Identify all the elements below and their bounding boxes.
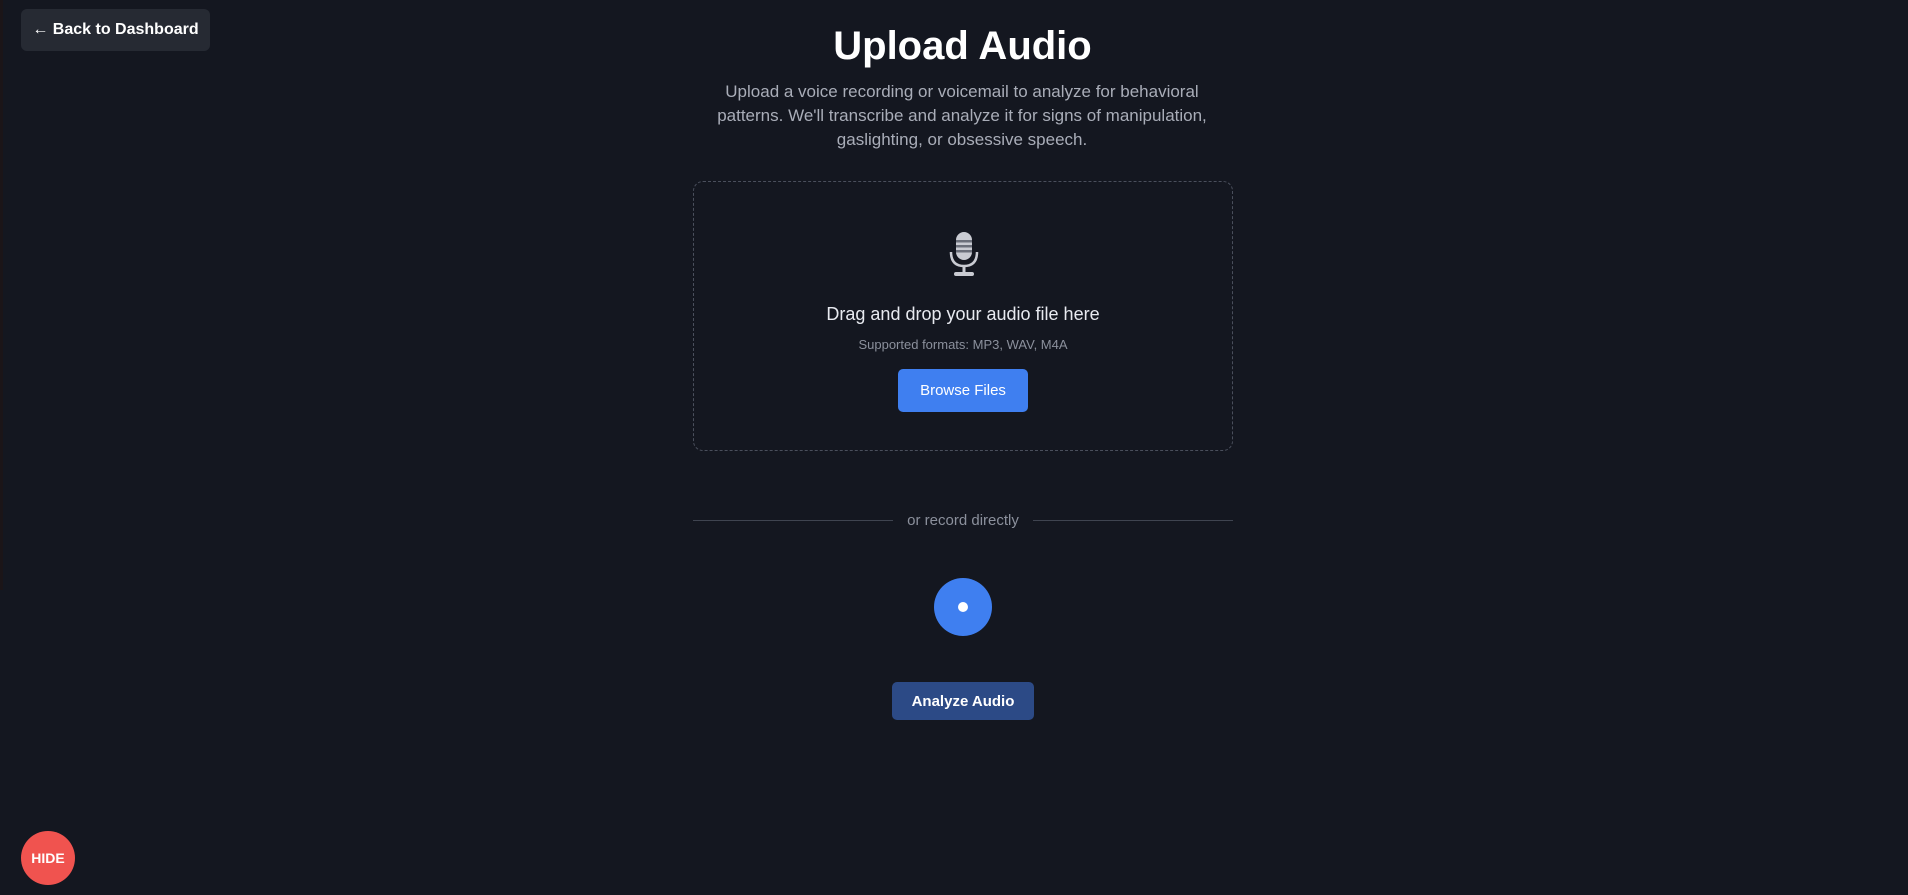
record-button[interactable] — [934, 578, 992, 636]
browse-files-button[interactable]: Browse Files — [898, 369, 1028, 412]
record-dot-icon — [958, 602, 968, 612]
hide-button[interactable]: HIDE — [21, 831, 75, 885]
left-edge-strip — [0, 0, 3, 590]
page-title: Upload Audio — [833, 24, 1092, 68]
or-record-divider: or record directly — [693, 508, 1234, 532]
upload-audio-page: ← Back to Dashboard Upload Audio Upload … — [0, 0, 1908, 895]
divider-line-left — [693, 519, 894, 521]
dropzone-heading: Drag and drop your audio file here — [826, 304, 1100, 324]
page-subtitle: Upload a voice recording or voicemail to… — [717, 82, 1207, 149]
supported-formats-text: Supported formats: MP3, WAV, M4A — [858, 337, 1068, 352]
divider-line-right — [1032, 519, 1234, 521]
divider-label: or record directly — [907, 511, 1019, 529]
audio-dropzone[interactable]: Drag and drop your audio file here Suppo… — [693, 181, 1233, 451]
analyze-audio-button[interactable]: Analyze Audio — [892, 682, 1034, 720]
microphone-icon — [949, 232, 979, 276]
